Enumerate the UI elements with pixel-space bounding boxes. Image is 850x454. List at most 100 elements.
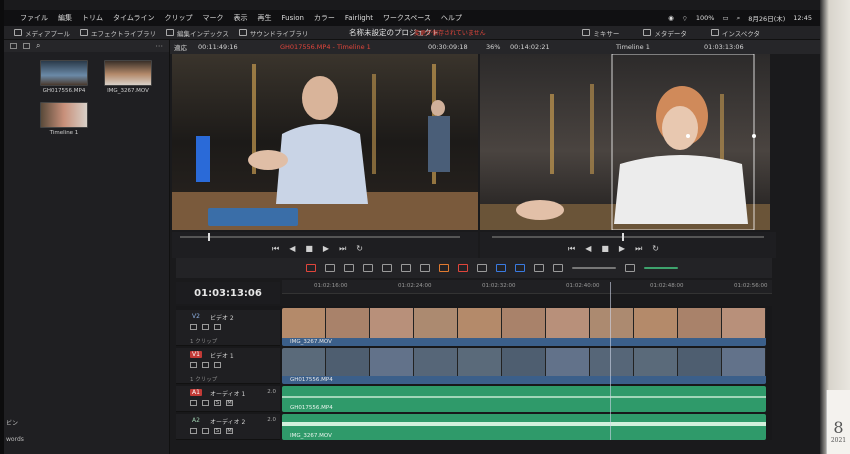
menu-fairlight[interactable]: Fairlight (345, 14, 373, 22)
flag-icon[interactable] (496, 264, 506, 272)
effects-library-button[interactable]: エフェクトライブラリ (80, 28, 156, 38)
volume-icon[interactable] (625, 264, 635, 272)
auto-select-icon[interactable] (202, 428, 209, 434)
mixer-button[interactable]: ミキサー (582, 28, 619, 38)
jump-end-icon[interactable]: ⏭ (339, 244, 346, 254)
track-header-a2[interactable]: A2 オーディオ 2 2.0 SM (176, 414, 280, 440)
zoom-dropdown[interactable]: 36% (486, 43, 500, 51)
stop-icon[interactable]: ■ (601, 244, 609, 254)
media-clip[interactable]: IMG_3267.MOV (104, 60, 152, 94)
menu-workspace[interactable]: ワークスペース (383, 13, 431, 23)
track-header-v1[interactable]: V1 ビデオ 1 1 クリップ (176, 348, 280, 384)
marker-icon[interactable] (515, 264, 525, 272)
timeline-playhead-line[interactable] (610, 282, 611, 440)
play-icon[interactable]: ▶ (323, 244, 329, 254)
solo-button[interactable]: S (214, 400, 221, 406)
timeline-clip-v1[interactable]: GH017556.MP4 (282, 348, 766, 384)
dynamic-trim-icon[interactable] (344, 264, 354, 272)
timeline-audio-clip-a2[interactable]: IMG_3267.MOV (282, 414, 766, 440)
auto-select-icon[interactable] (202, 400, 209, 406)
overwrite-clip-icon[interactable] (401, 264, 411, 272)
menu-edit[interactable]: 編集 (58, 13, 72, 23)
menu-timeline[interactable]: タイムライン (113, 13, 155, 23)
lock-icon[interactable] (190, 400, 197, 406)
play-reverse-icon[interactable]: ◀ (289, 244, 295, 254)
timeline-scrubber[interactable] (492, 233, 764, 241)
source-fit-dropdown[interactable]: 適応 (174, 42, 187, 52)
menu-color[interactable]: カラー (314, 13, 335, 23)
search-icon[interactable]: ⌕ (737, 14, 741, 23)
timeline-playhead[interactable] (622, 233, 624, 241)
timeline-audio-clip-a1[interactable]: GH017556.MP4 (282, 386, 766, 412)
inspector-button[interactable]: インスペクタ (710, 28, 760, 38)
source-viewer[interactable] (172, 54, 478, 230)
media-clip[interactable]: GH017556.MP4 (40, 60, 88, 94)
auto-select-icon[interactable] (202, 362, 209, 368)
source-playhead[interactable] (208, 233, 210, 241)
menubar-date[interactable]: 8月26日(木) (748, 13, 785, 23)
menubar-time[interactable]: 12:45 (793, 14, 812, 22)
bin-label[interactable]: words (6, 436, 24, 443)
menu-playback[interactable]: 再生 (258, 13, 272, 23)
trim-tool-icon[interactable] (325, 264, 335, 272)
menu-mark[interactable]: マーク (203, 13, 224, 23)
list-view-icon[interactable] (10, 43, 17, 49)
menu-trim[interactable]: トリム (82, 13, 103, 23)
record-icon[interactable]: ◉ (668, 14, 674, 22)
mute-button[interactable]: M (226, 428, 233, 434)
edit-index-button[interactable]: 編集インデックス (166, 28, 229, 38)
timeline-clip-v2[interactable]: IMG_3267.MOV (282, 308, 766, 346)
battery-icon[interactable]: ▭ (722, 14, 728, 22)
menu-help[interactable]: ヘルプ (441, 13, 462, 23)
linked-selection-icon[interactable] (458, 264, 468, 272)
source-scrubber[interactable] (180, 233, 460, 241)
more-options-icon[interactable]: ··· (155, 42, 163, 51)
metadata-button[interactable]: メタデータ (643, 28, 687, 38)
selection-tool-icon[interactable] (306, 264, 316, 272)
disable-track-icon[interactable] (214, 324, 221, 330)
timeline-viewer[interactable] (480, 54, 770, 230)
snapping-icon[interactable] (439, 264, 449, 272)
jump-end-icon[interactable]: ⏭ (635, 244, 642, 254)
battery-level[interactable]: 100% (696, 14, 715, 22)
play-icon[interactable]: ▶ (619, 244, 625, 254)
menu-clip[interactable]: クリップ (165, 13, 193, 23)
track-header-a1[interactable]: A1 オーディオ 1 2.0 SM (176, 386, 280, 412)
lock-icon[interactable] (190, 362, 197, 368)
media-clip[interactable]: Timeline 1 (40, 102, 88, 136)
zoom-in-icon[interactable] (553, 264, 563, 272)
blade-tool-icon[interactable] (363, 264, 373, 272)
zoom-slider[interactable] (572, 267, 616, 269)
track-header-v2[interactable]: V2 ビデオ 2 1 クリップ (176, 310, 280, 346)
position-lock-icon[interactable] (477, 264, 487, 272)
disable-track-icon[interactable] (214, 362, 221, 368)
timeline-ruler[interactable]: 01:02:16:00 01:02:24:00 01:02:32:00 01:0… (282, 280, 772, 294)
auto-select-icon[interactable] (202, 324, 209, 330)
loop-icon[interactable]: ↻ (356, 244, 363, 254)
clip-frames (282, 348, 766, 376)
menu-fusion[interactable]: Fusion (282, 14, 304, 22)
search-icon[interactable]: ⌕ (36, 41, 40, 51)
stop-icon[interactable]: ■ (305, 244, 313, 254)
timeline-name-dropdown[interactable]: Timeline 1 (616, 43, 650, 51)
replace-clip-icon[interactable] (420, 264, 430, 272)
menu-file[interactable]: ファイル (20, 13, 48, 23)
bin-label[interactable]: ビン (6, 418, 18, 427)
play-reverse-icon[interactable]: ◀ (585, 244, 591, 254)
insert-clip-icon[interactable] (382, 264, 392, 272)
mute-button[interactable]: M (226, 400, 233, 406)
lock-icon[interactable] (190, 428, 197, 434)
grid-view-icon[interactable] (23, 43, 30, 49)
source-clip-name[interactable]: GH017556.MP4 - Timeline 1 (280, 43, 371, 51)
wifi-icon[interactable]: ⌔ (682, 14, 688, 23)
volume-slider[interactable] (644, 267, 678, 269)
media-pool-button[interactable]: メディアプール (14, 28, 70, 38)
menu-view[interactable]: 表示 (234, 13, 248, 23)
solo-button[interactable]: S (214, 428, 221, 434)
lock-icon[interactable] (190, 324, 197, 330)
zoom-out-icon[interactable] (534, 264, 544, 272)
sound-library-button[interactable]: サウンドライブラリ (238, 28, 308, 38)
loop-icon[interactable]: ↻ (652, 244, 659, 254)
jump-start-icon[interactable]: ⏮ (272, 244, 279, 254)
jump-start-icon[interactable]: ⏮ (568, 244, 575, 254)
